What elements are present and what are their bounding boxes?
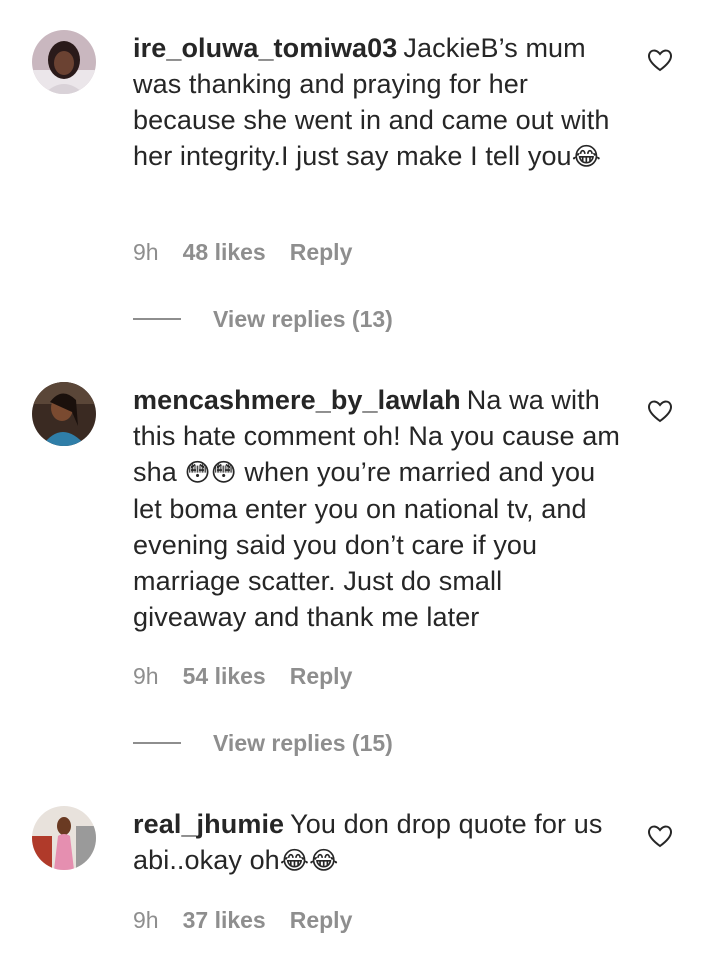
comment-meta: 9h 54 likes Reply xyxy=(133,661,352,691)
comment-emoji: 😂😂 xyxy=(279,846,339,875)
comment-body: mencashmere_by_lawlah Na wa with this hat… xyxy=(133,382,623,635)
avatar[interactable] xyxy=(32,382,96,446)
comment-meta: 9h 48 likes Reply xyxy=(133,237,352,267)
likes-count[interactable]: 37 likes xyxy=(183,907,266,934)
comment-time: 9h xyxy=(133,662,159,689)
comment-meta: 9h 37 likes Reply xyxy=(133,905,352,935)
comment-emoji: 😳😳 xyxy=(184,458,237,487)
divider-line xyxy=(133,318,181,320)
heart-outline-icon[interactable] xyxy=(647,399,673,423)
view-replies-label: View replies (15) xyxy=(213,729,393,756)
comment-username[interactable]: real_jhumie xyxy=(133,809,284,839)
comment-username[interactable]: ire_oluwa_tomiwa03 xyxy=(133,33,397,63)
comment-time: 9h xyxy=(133,906,159,933)
avatar[interactable] xyxy=(32,806,96,870)
likes-count[interactable]: 48 likes xyxy=(183,239,266,266)
avatar[interactable] xyxy=(32,30,96,94)
reply-button[interactable]: Reply xyxy=(290,239,353,266)
view-replies-button[interactable]: View replies (15) xyxy=(133,728,393,758)
comment-emoji: 😂 xyxy=(571,142,601,171)
heart-outline-icon[interactable] xyxy=(647,48,673,72)
divider-line xyxy=(133,742,181,744)
comment-username[interactable]: mencashmere_by_lawlah xyxy=(133,385,461,415)
heart-outline-icon[interactable] xyxy=(647,824,673,848)
comment-time: 9h xyxy=(133,238,159,265)
comment-body: real_jhumie You don drop quote for us abi… xyxy=(133,806,623,879)
reply-button[interactable]: Reply xyxy=(290,663,353,690)
view-replies-label: View replies (13) xyxy=(213,305,393,332)
comment-body: ire_oluwa_tomiwa03 JackieB’s mum was than… xyxy=(133,30,623,175)
likes-count[interactable]: 54 likes xyxy=(183,663,266,690)
reply-button[interactable]: Reply xyxy=(290,907,353,934)
view-replies-button[interactable]: View replies (13) xyxy=(133,304,393,334)
